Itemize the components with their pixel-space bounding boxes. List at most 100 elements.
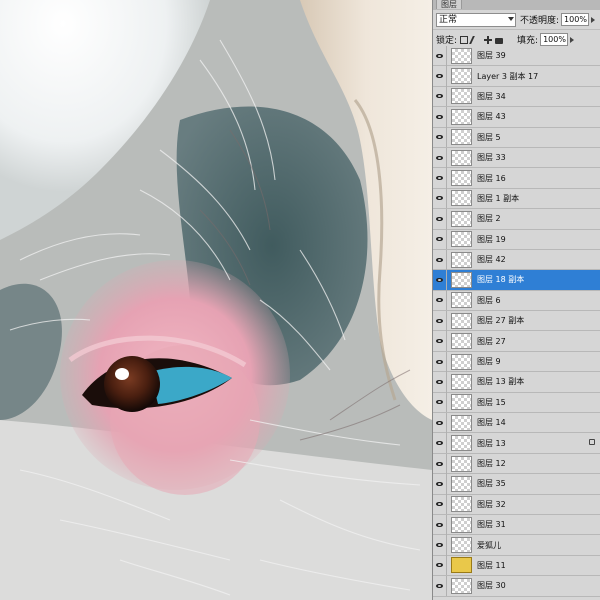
layer-thumbnail bbox=[451, 88, 472, 105]
fill-input[interactable]: 100% bbox=[540, 33, 569, 46]
layer-name: 爱狐儿 bbox=[477, 540, 501, 550]
opacity-slider-arrow-icon[interactable] bbox=[591, 16, 596, 23]
tab-layers[interactable]: 图层 bbox=[436, 0, 462, 9]
visibility-eye-icon[interactable] bbox=[433, 270, 447, 290]
layer-thumbnail bbox=[451, 577, 472, 594]
layer-thumbnail bbox=[451, 496, 472, 513]
layer-row[interactable]: 图层 32 bbox=[433, 494, 600, 515]
layer-row[interactable]: 图层 5 bbox=[433, 127, 600, 148]
layer-name: 图层 9 bbox=[477, 357, 501, 367]
visibility-eye-icon[interactable] bbox=[433, 535, 447, 556]
layer-lock-icon bbox=[589, 439, 595, 446]
layer-row[interactable]: 图层 19 bbox=[433, 229, 600, 250]
layer-thumbnail bbox=[451, 251, 472, 268]
fill-slider-arrow-icon[interactable] bbox=[570, 36, 575, 43]
blend-mode-select[interactable]: 正常 bbox=[436, 12, 516, 27]
layer-thumbnail bbox=[451, 557, 472, 574]
lock-options bbox=[460, 35, 504, 44]
layer-thumbnail bbox=[451, 516, 472, 533]
layer-row[interactable]: 图层 11 bbox=[433, 555, 600, 577]
layer-thumbnail bbox=[451, 312, 472, 329]
layer-row[interactable]: 图层 30 bbox=[433, 575, 600, 597]
layer-row[interactable]: 图层 6 bbox=[433, 290, 600, 312]
visibility-eye-icon[interactable] bbox=[433, 45, 447, 66]
layer-row[interactable]: 图层 13 bbox=[433, 433, 600, 454]
layer-row[interactable]: 图层 27 副本 bbox=[433, 310, 600, 332]
visibility-eye-icon[interactable] bbox=[433, 66, 447, 87]
document-canvas[interactable] bbox=[0, 0, 432, 600]
visibility-eye-icon[interactable] bbox=[433, 392, 447, 413]
layer-list: 图层 39 Layer 3 副本 17 图层 34 图层 43 图层 5 图层 33 图层 … bbox=[433, 45, 600, 597]
layer-row[interactable]: 图层 1 副本 bbox=[433, 188, 600, 210]
visibility-eye-icon[interactable] bbox=[433, 453, 447, 474]
visibility-eye-icon[interactable] bbox=[433, 555, 447, 576]
layer-thumbnail bbox=[451, 373, 472, 390]
layer-name: 图层 15 bbox=[477, 397, 506, 407]
layer-row[interactable]: 图层 13 副本 bbox=[433, 371, 600, 393]
layer-row[interactable]: 图层 2 bbox=[433, 208, 600, 230]
opacity-label: 不透明度: bbox=[520, 16, 560, 26]
layer-name: 图层 34 bbox=[477, 91, 506, 101]
layer-thumbnail bbox=[451, 47, 472, 64]
lock-pixels-icon[interactable] bbox=[469, 35, 483, 44]
visibility-eye-icon[interactable] bbox=[433, 310, 447, 331]
layer-row[interactable]: 图层 27 bbox=[433, 331, 600, 352]
visibility-eye-icon[interactable] bbox=[433, 575, 447, 596]
layer-name: 图层 39 bbox=[477, 51, 506, 61]
visibility-eye-icon[interactable] bbox=[433, 127, 447, 148]
layer-name: 图层 1 副本 bbox=[477, 193, 520, 203]
opacity-input[interactable]: 100% bbox=[561, 13, 590, 26]
visibility-eye-icon[interactable] bbox=[433, 331, 447, 352]
visibility-eye-icon[interactable] bbox=[433, 106, 447, 127]
lock-position-icon[interactable] bbox=[484, 35, 493, 44]
layer-name: 图层 18 副本 bbox=[477, 275, 525, 285]
visibility-eye-icon[interactable] bbox=[433, 433, 447, 454]
layer-row[interactable]: 图层 9 bbox=[433, 351, 600, 373]
visibility-eye-icon[interactable] bbox=[433, 473, 447, 494]
layer-row[interactable]: 图层 15 bbox=[433, 392, 600, 414]
layer-thumbnail bbox=[451, 108, 472, 125]
visibility-eye-icon[interactable] bbox=[433, 188, 447, 209]
layer-row[interactable]: 图层 43 bbox=[433, 106, 600, 128]
layer-row[interactable]: 图层 31 bbox=[433, 514, 600, 536]
layer-thumbnail bbox=[451, 333, 472, 350]
lock-transparency-icon[interactable] bbox=[460, 35, 469, 44]
visibility-eye-icon[interactable] bbox=[433, 249, 447, 270]
fur-painting bbox=[0, 0, 432, 600]
layer-name: 图层 32 bbox=[477, 499, 506, 509]
layer-name: 图层 12 bbox=[477, 459, 506, 468]
layer-row[interactable]: 图层 42 bbox=[433, 249, 600, 271]
layer-row[interactable]: 图层 18 副本 bbox=[433, 270, 600, 291]
layer-thumbnail bbox=[451, 170, 472, 187]
layer-row[interactable]: 图层 39 bbox=[433, 45, 600, 67]
layers-panel: 图层 正常 不透明度: 100% 锁定: 填充: 100% 图层 39 Layer… bbox=[432, 0, 600, 600]
layer-name: 图层 16 bbox=[477, 173, 506, 183]
visibility-eye-icon[interactable] bbox=[433, 290, 447, 311]
visibility-eye-icon[interactable] bbox=[433, 86, 447, 107]
visibility-eye-icon[interactable] bbox=[433, 412, 447, 433]
lock-all-icon[interactable] bbox=[495, 37, 504, 44]
layer-row[interactable]: 图层 34 bbox=[433, 86, 600, 108]
layer-row[interactable]: 爱狐儿 bbox=[433, 535, 600, 556]
layer-thumbnail bbox=[451, 353, 472, 370]
visibility-eye-icon[interactable] bbox=[433, 371, 447, 392]
layer-row[interactable]: 图层 12 bbox=[433, 453, 600, 475]
layer-name: 图层 13 副本 bbox=[477, 377, 525, 387]
visibility-eye-icon[interactable] bbox=[433, 229, 447, 250]
layer-name: 图层 27 副本 bbox=[477, 316, 525, 326]
layer-row[interactable]: Layer 3 副本 17 bbox=[433, 66, 600, 87]
blend-mode-value: 正常 bbox=[439, 14, 458, 25]
layer-thumbnail bbox=[451, 271, 472, 288]
layer-row[interactable]: 图层 16 bbox=[433, 168, 600, 189]
visibility-eye-icon[interactable] bbox=[433, 351, 447, 372]
layer-row[interactable]: 图层 14 bbox=[433, 412, 600, 434]
visibility-eye-icon[interactable] bbox=[433, 514, 447, 535]
layer-row[interactable]: 图层 35 bbox=[433, 473, 600, 495]
layer-name: 图层 14 bbox=[477, 418, 506, 428]
visibility-eye-icon[interactable] bbox=[433, 147, 447, 168]
visibility-eye-icon[interactable] bbox=[433, 494, 447, 515]
layer-name: 图层 19 bbox=[477, 234, 506, 244]
visibility-eye-icon[interactable] bbox=[433, 208, 447, 229]
visibility-eye-icon[interactable] bbox=[433, 168, 447, 189]
layer-row[interactable]: 图层 33 bbox=[433, 147, 600, 169]
